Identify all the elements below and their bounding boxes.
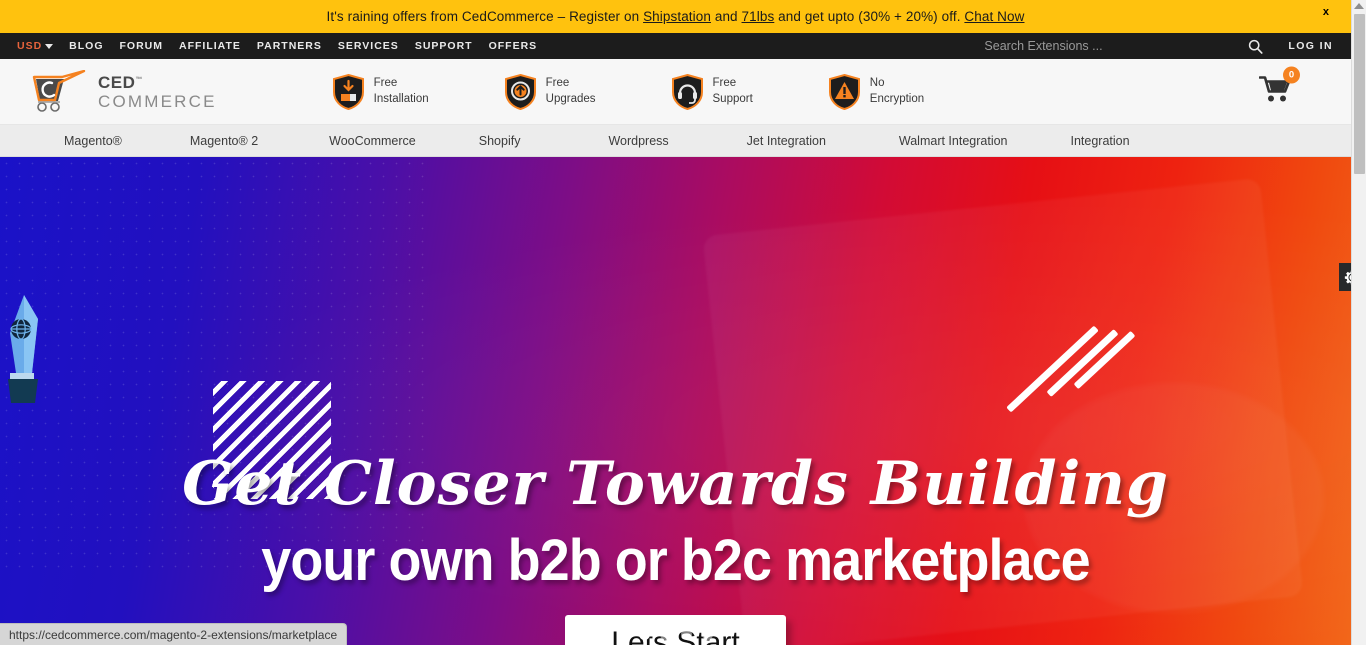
currency-label: USD bbox=[17, 40, 43, 52]
login-button[interactable]: LOG IN bbox=[1276, 40, 1351, 52]
top-navigation-bar: USD BLOG FORUM AFFILIATE PARTNERS SERVIC… bbox=[0, 33, 1351, 59]
badge-line2: Installation bbox=[373, 92, 429, 105]
cat-item-shopify[interactable]: Shopify bbox=[479, 134, 521, 148]
badge-label-free-upgrades: Free Upgrades bbox=[546, 76, 596, 107]
top-nav-links: USD BLOG FORUM AFFILIATE PARTNERS SERVIC… bbox=[17, 40, 553, 52]
scroll-up-arrow-icon[interactable] bbox=[1354, 3, 1364, 9]
chevron-down-icon bbox=[45, 43, 54, 49]
promo-link-71lbs[interactable]: 71lbs bbox=[742, 9, 775, 24]
cat-item-woocommerce[interactable]: WooCommerce bbox=[329, 134, 416, 148]
status-bar-url: https://cedcommerce.com/magento-2-extens… bbox=[9, 627, 338, 642]
badge-line2: Support bbox=[712, 92, 753, 105]
cat-item-jet-integration[interactable]: Jet Integration bbox=[747, 134, 826, 148]
scrollbar-thumb[interactable] bbox=[1354, 14, 1365, 174]
badge-free-upgrades: Free Upgrades bbox=[504, 73, 596, 110]
logo-secondary-text: COMMERCE bbox=[98, 91, 217, 111]
hero-headline-bold: your own b2b or b2c marketplace bbox=[261, 528, 1090, 593]
browser-scrollbar[interactable] bbox=[1351, 0, 1366, 645]
badge-free-support: Free Support bbox=[671, 73, 753, 110]
badge-line1: Free bbox=[712, 76, 737, 89]
cat-item-magento-2[interactable]: Magento® 2 bbox=[190, 134, 258, 148]
search-icon[interactable] bbox=[1234, 39, 1276, 54]
cart-count-badge: 0 bbox=[1283, 66, 1300, 83]
category-navigation: Magento® Magento® 2 WooCommerce Shopify … bbox=[0, 125, 1351, 157]
carousel-dot-4[interactable] bbox=[701, 629, 713, 640]
promo-link-shipstation[interactable]: Shipstation bbox=[643, 9, 711, 24]
topnav-item-support[interactable]: SUPPORT bbox=[415, 40, 473, 52]
badge-label-no-encryption: No Encryption bbox=[870, 76, 924, 107]
badge-label-free-installation: Free Installation bbox=[374, 76, 429, 107]
topnav-item-partners[interactable]: PARTNERS bbox=[257, 40, 322, 52]
site-header: CED™ COMMERCE Free Installation Free Upg… bbox=[0, 59, 1351, 125]
badge-no-encryption: No Encryption bbox=[828, 73, 924, 110]
promo-prefix: It's raining offers from CedCommerce – R… bbox=[326, 9, 644, 24]
shield-install-icon bbox=[332, 73, 364, 110]
cat-item-integration[interactable]: Integration bbox=[1071, 134, 1130, 148]
hero-headline-script: Get Closer Towards Building bbox=[182, 449, 1169, 519]
promo-banner-text: It's raining offers from CedCommerce – R… bbox=[327, 9, 1025, 24]
hero-banner: Get Closer Towards Building your own b2b… bbox=[0, 157, 1351, 645]
badge-free-installation: Free Installation bbox=[332, 73, 429, 110]
top-nav-right: LOG IN bbox=[984, 33, 1351, 59]
cart-logo-icon bbox=[32, 69, 86, 112]
cart-button[interactable]: 0 bbox=[1258, 66, 1300, 109]
topnav-item-affiliate[interactable]: AFFILIATE bbox=[179, 40, 241, 52]
topnav-item-blog[interactable]: BLOG bbox=[69, 40, 103, 52]
logo-wordmark: CED™ COMMERCE bbox=[98, 74, 217, 110]
cedcommerce-logo[interactable]: CED™ COMMERCE bbox=[28, 69, 217, 114]
topnav-item-offers[interactable]: OFFERS bbox=[489, 40, 538, 52]
shield-upgrade-icon bbox=[504, 73, 536, 110]
shield-warning-icon bbox=[828, 73, 860, 110]
badge-line1: Free bbox=[373, 76, 398, 89]
page-root: It's raining offers from CedCommerce – R… bbox=[0, 0, 1366, 645]
topnav-item-forum[interactable]: FORUM bbox=[120, 40, 164, 52]
promo-link-chat-now[interactable]: Chat Now bbox=[964, 9, 1024, 24]
browser-status-bar: https://cedcommerce.com/magento-2-extens… bbox=[0, 623, 348, 645]
badge-line2: Encryption bbox=[869, 92, 925, 105]
promo-mid: and bbox=[710, 9, 742, 24]
badge-line2: Upgrades bbox=[545, 92, 596, 105]
carousel-dot-2[interactable] bbox=[659, 629, 671, 640]
logo-ced-text: CED bbox=[98, 72, 136, 92]
hero-content: Get Closer Towards Building your own b2b… bbox=[0, 157, 1351, 645]
search-input[interactable] bbox=[984, 39, 1235, 53]
topnav-item-services[interactable]: SERVICES bbox=[338, 40, 399, 52]
promo-banner: It's raining offers from CedCommerce – R… bbox=[0, 0, 1351, 33]
cat-item-magento[interactable]: Magento® bbox=[64, 134, 122, 148]
close-icon[interactable]: x bbox=[1323, 7, 1329, 18]
carousel-dot-3[interactable] bbox=[680, 629, 692, 640]
shield-support-icon bbox=[671, 73, 703, 110]
browser-viewport: It's raining offers from CedCommerce – R… bbox=[0, 0, 1351, 645]
cat-item-wordpress[interactable]: Wordpress bbox=[608, 134, 668, 148]
cat-item-walmart-integration[interactable]: Walmart Integration bbox=[899, 134, 1008, 148]
badge-line1: No bbox=[869, 76, 885, 89]
badge-label-free-support: Free Support bbox=[713, 76, 753, 107]
feature-badges: Free Installation Free Upgrades Free Sup… bbox=[332, 73, 924, 110]
logo-primary-text: CED™ bbox=[98, 74, 217, 91]
badge-line1: Free bbox=[545, 76, 570, 89]
currency-selector[interactable]: USD bbox=[17, 40, 54, 52]
trademark-icon: ™ bbox=[135, 75, 143, 83]
carousel-dot-1[interactable] bbox=[638, 629, 650, 640]
promo-suffix: and get upto (30% + 20%) off. bbox=[774, 9, 965, 24]
